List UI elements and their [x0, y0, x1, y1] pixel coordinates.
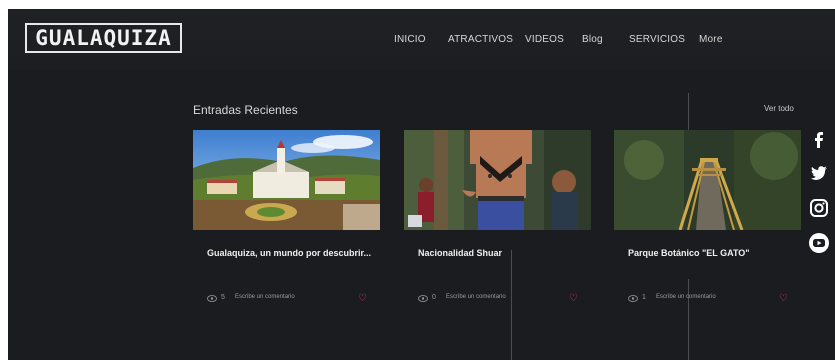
site-logo[interactable]: GUALAQUIZA: [25, 23, 182, 53]
header: GUALAQUIZA INICIO ATRACTIVOS VIDEOS Blog…: [8, 9, 835, 69]
youtube-icon[interactable]: [808, 232, 830, 254]
see-all-link[interactable]: Ver todo: [764, 104, 794, 113]
post-title[interactable]: Gualaquiza, un mundo por descubrir...: [207, 248, 371, 258]
nav-servicios[interactable]: SERVICIOS: [629, 34, 685, 45]
view-count: 1: [642, 294, 646, 301]
comment-link[interactable]: Escribe un comentario: [446, 294, 506, 300]
view-count: 5: [221, 294, 225, 301]
nav-atractivos[interactable]: ATRACTIVOS: [448, 34, 513, 45]
heart-icon[interactable]: ♡: [569, 293, 578, 304]
post-card[interactable]: Gualaquiza, un mundo por descubrir... 5 …: [193, 130, 380, 350]
post-image-shuar[interactable]: [404, 130, 591, 230]
eye-icon: [418, 295, 428, 302]
post-title[interactable]: Parque Botánico "EL GATO": [628, 248, 750, 258]
section-title: Entradas Recientes: [193, 103, 298, 117]
post-image-bridge[interactable]: [614, 130, 801, 230]
eye-icon: [207, 295, 217, 302]
view-count: 0: [432, 294, 436, 301]
comment-link[interactable]: Escribe un comentario: [235, 294, 295, 300]
post-card[interactable]: Parque Botánico "EL GATO" 1 Escribe un c…: [614, 130, 801, 350]
divider-line: [688, 93, 689, 133]
twitter-icon[interactable]: [808, 162, 830, 184]
instagram-icon[interactable]: [808, 197, 830, 219]
post-stats: 5 Escribe un comentario ♡: [207, 293, 367, 306]
heart-icon[interactable]: ♡: [779, 293, 788, 304]
eye-icon: [628, 295, 638, 302]
nav-videos[interactable]: VIDEOS: [525, 34, 564, 45]
post-title[interactable]: Nacionalidad Shuar: [418, 248, 502, 258]
heart-icon[interactable]: ♡: [358, 293, 367, 304]
nav-inicio[interactable]: INICIO: [394, 34, 426, 45]
post-image-church[interactable]: [193, 130, 380, 230]
post-stats: 1 Escribe un comentario ♡: [628, 293, 788, 306]
nav-blog[interactable]: Blog: [582, 34, 603, 45]
post-stats: 0 Escribe un comentario ♡: [418, 293, 578, 306]
comment-link[interactable]: Escribe un comentario: [656, 294, 716, 300]
nav-more[interactable]: More: [699, 34, 723, 45]
facebook-icon[interactable]: [808, 128, 830, 150]
website-screen: GUALAQUIZA INICIO ATRACTIVOS VIDEOS Blog…: [8, 9, 835, 360]
post-card[interactable]: Nacionalidad Shuar 0 Escribe un comentar…: [404, 130, 591, 350]
